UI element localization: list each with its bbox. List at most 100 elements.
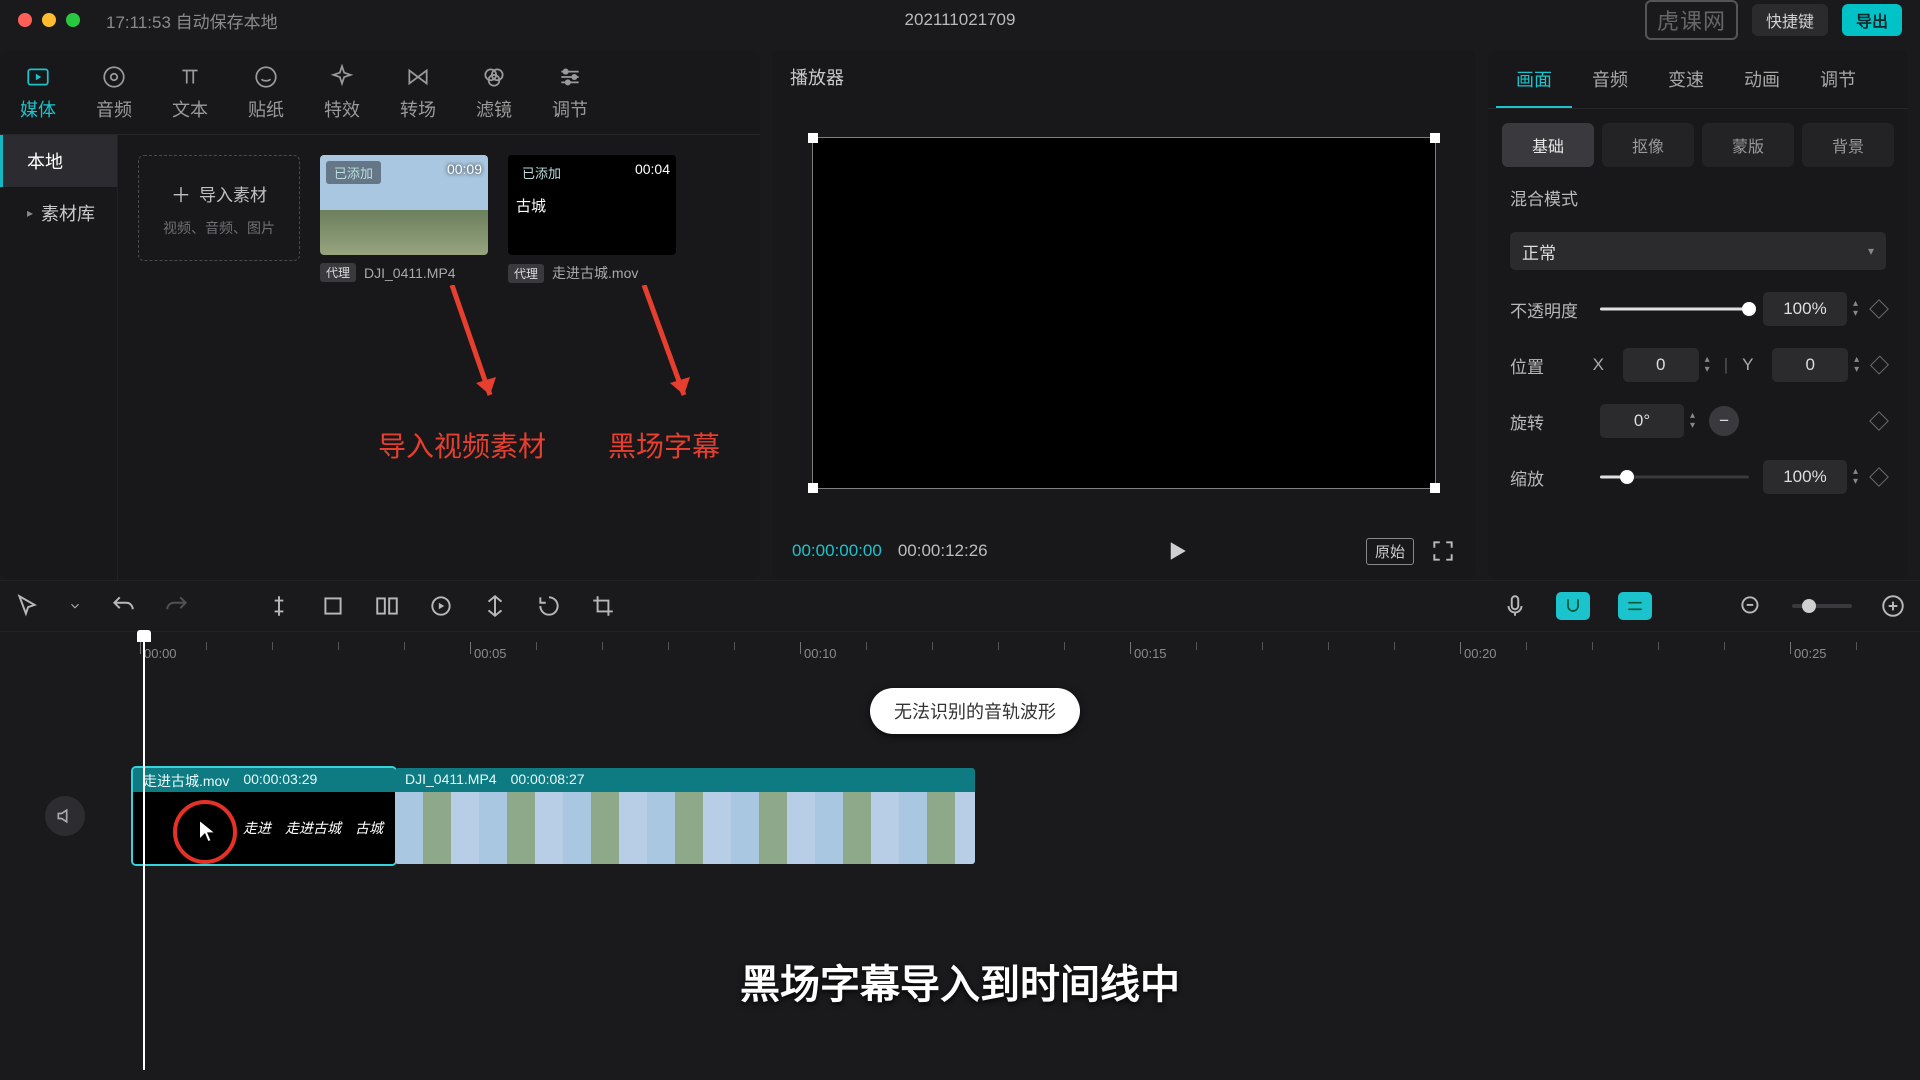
pointer-tool-icon[interactable]: [14, 593, 40, 619]
import-button[interactable]: ＋ 导入素材 视频、音频、图片: [138, 155, 300, 261]
zoom-fit-icon[interactable]: [1880, 593, 1906, 619]
crop-icon[interactable]: [320, 593, 346, 619]
timeline-ruler[interactable]: 00:0000:0500:1000:1500:2000:25: [140, 638, 1920, 666]
handle-br[interactable]: [1430, 483, 1440, 493]
insp-tab-speed[interactable]: 变速: [1648, 50, 1724, 108]
chevron-down-icon: ▾: [1868, 244, 1874, 258]
crop2-icon[interactable]: [590, 593, 616, 619]
tab-sticker[interactable]: 贴纸: [228, 54, 304, 134]
timeline-clip-2-dur: 00:00:08:27: [511, 771, 585, 789]
insp-tab-anim[interactable]: 动画: [1724, 50, 1800, 108]
keyframe-scale-icon[interactable]: [1869, 467, 1889, 487]
shortcut-button[interactable]: 快捷键: [1752, 4, 1828, 36]
export-button[interactable]: 导出: [1842, 4, 1902, 36]
player-viewport[interactable]: [812, 137, 1436, 489]
tab-adjust[interactable]: 调节: [532, 54, 608, 134]
plus-icon: ＋: [171, 179, 191, 208]
tab-media[interactable]: 媒体: [0, 54, 76, 134]
position-label: 位置: [1510, 353, 1579, 378]
window-controls: [18, 13, 80, 27]
track-mute-button[interactable]: [45, 796, 85, 836]
opacity-slider[interactable]: [1600, 299, 1749, 319]
redo-icon[interactable]: [164, 593, 190, 619]
rotation-value[interactable]: 0°: [1600, 404, 1684, 438]
tab-effect-label: 特效: [324, 96, 360, 122]
top-tabs: 媒体 音频 文本 贴纸 特效 转场: [0, 50, 760, 135]
tab-sticker-label: 贴纸: [248, 96, 284, 122]
flip-icon[interactable]: [482, 593, 508, 619]
play-button[interactable]: [1162, 536, 1192, 566]
timeline-clip-1[interactable]: 走进古城.mov 00:00:03:29 走进 走进古城 古城: [133, 768, 395, 864]
fullscreen-icon[interactable]: [1430, 538, 1456, 564]
subtab-mask[interactable]: 蒙版: [1702, 123, 1794, 167]
insp-tab-adjust[interactable]: 调节: [1800, 50, 1876, 108]
timeline-clip-1-dur: 00:00:03:29: [243, 771, 317, 789]
rotation-lock-icon[interactable]: −: [1709, 406, 1739, 436]
pointer-dropdown-icon[interactable]: [68, 593, 82, 619]
adjust-icon: [557, 64, 583, 90]
y-value[interactable]: 0: [1772, 348, 1848, 382]
subtab-bg[interactable]: 背景: [1802, 123, 1894, 167]
split-icon[interactable]: [266, 593, 292, 619]
sidebar-item-library[interactable]: ▸素材库: [0, 187, 117, 239]
handle-tr[interactable]: [1430, 133, 1440, 143]
media-clip-2[interactable]: 已添加 00:04 古城 代理 走进古城.mov: [508, 155, 676, 283]
tab-adjust-label: 调节: [552, 96, 588, 122]
undo-icon[interactable]: [110, 593, 136, 619]
scale-label: 缩放: [1510, 465, 1586, 490]
media-clip-1[interactable]: 已添加 00:09 代理 DJI_0411.MP4: [320, 155, 488, 282]
rotate-icon[interactable]: [536, 593, 562, 619]
timeline-clip-2[interactable]: DJI_0411.MP4 00:00:08:27: [395, 768, 975, 864]
minimize-dot[interactable]: [42, 13, 56, 27]
maximize-dot[interactable]: [66, 13, 80, 27]
handle-bl[interactable]: [808, 483, 818, 493]
tab-effect[interactable]: 特效: [304, 54, 380, 134]
zoom-out-icon[interactable]: [1738, 593, 1764, 619]
magnet-main-icon[interactable]: [1556, 592, 1590, 620]
x-value[interactable]: 0: [1623, 348, 1699, 382]
tab-audio[interactable]: 音频: [76, 54, 152, 134]
magnet-track-icon[interactable]: [1618, 592, 1652, 620]
mirror-icon[interactable]: [374, 593, 400, 619]
tab-audio-label: 音频: [96, 96, 132, 122]
tab-filter[interactable]: 滤镜: [456, 54, 532, 134]
annotation-b: 黑场字幕: [608, 285, 720, 465]
clip-2-duration: 00:04: [635, 161, 670, 177]
clip-word-2: 走进古城: [285, 818, 341, 838]
opacity-value[interactable]: 100%: [1763, 292, 1847, 326]
timeline[interactable]: 00:0000:0500:1000:1500:2000:25 无法识别的音轨波形…: [0, 632, 1920, 1070]
keyframe-pos-icon[interactable]: [1870, 356, 1889, 375]
clip-1-name: DJI_0411.MP4: [364, 265, 456, 281]
clip-1-proxy-badge: 代理: [320, 263, 356, 282]
clip-word-1: 走进: [243, 818, 271, 838]
scale-slider[interactable]: [1600, 467, 1749, 487]
clip-2-innertext: 古城: [516, 195, 546, 216]
tab-text[interactable]: 文本: [152, 54, 228, 134]
scale-value[interactable]: 100%: [1763, 460, 1847, 494]
x-label: X: [1593, 355, 1609, 375]
close-dot[interactable]: [18, 13, 32, 27]
opacity-label: 不透明度: [1510, 297, 1586, 322]
zoom-slider[interactable]: [1792, 604, 1852, 608]
handle-tl[interactable]: [808, 133, 818, 143]
text-icon: [177, 64, 203, 90]
blend-select[interactable]: 正常 ▾: [1510, 232, 1886, 270]
tab-transition[interactable]: 转场: [380, 54, 456, 134]
keyframe-rot-icon[interactable]: [1869, 411, 1889, 431]
insp-tab-audio[interactable]: 音频: [1572, 50, 1648, 108]
reverse-icon[interactable]: [428, 593, 454, 619]
insp-tab-picture[interactable]: 画面: [1496, 50, 1572, 108]
tab-media-label: 媒体: [20, 96, 56, 122]
keyframe-opacity-icon[interactable]: [1869, 299, 1889, 319]
mic-icon[interactable]: [1502, 593, 1528, 619]
clip-1-tag: 已添加: [326, 161, 381, 184]
subtab-matte[interactable]: 抠像: [1602, 123, 1694, 167]
blend-value: 正常: [1522, 239, 1556, 264]
subtab-basic[interactable]: 基础: [1502, 123, 1594, 167]
effect-icon: [329, 64, 355, 90]
playhead[interactable]: [143, 632, 145, 1070]
audio-icon: [101, 64, 127, 90]
sidebar-library-label: 素材库: [41, 200, 95, 226]
sidebar-item-local[interactable]: 本地: [0, 135, 117, 187]
resolution-button[interactable]: 原始: [1366, 538, 1414, 565]
